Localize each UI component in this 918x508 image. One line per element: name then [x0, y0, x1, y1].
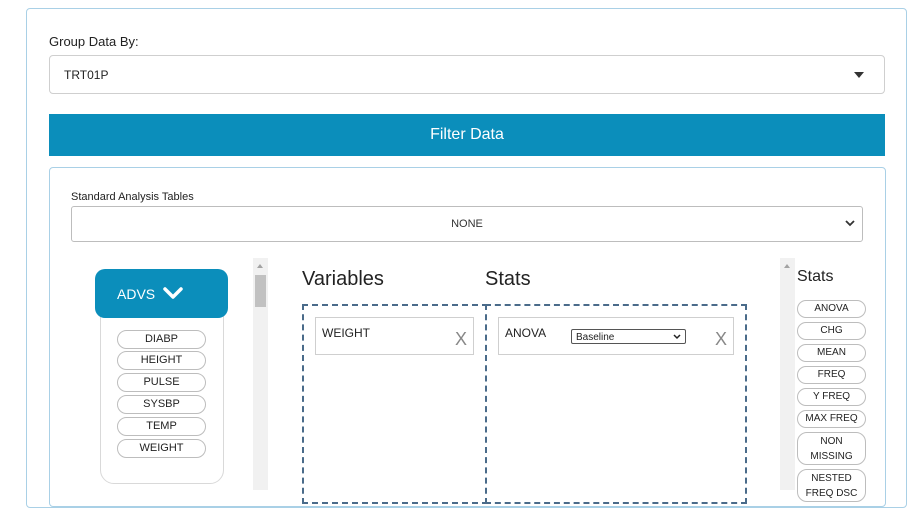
- stats-panel-title: Stats: [485, 268, 531, 290]
- scroll-up-icon[interactable]: [257, 264, 263, 268]
- stat-pill[interactable]: MEAN: [797, 344, 866, 362]
- dataset-variable-pill[interactable]: DIABP: [117, 330, 206, 349]
- dataset-variable-pill[interactable]: WEIGHT: [117, 439, 206, 458]
- stat-pill[interactable]: FREQ: [797, 366, 866, 384]
- stat-pill[interactable]: MAX FREQ: [797, 410, 866, 428]
- group-by-select[interactable]: TRT01P: [49, 55, 885, 94]
- stat-pill[interactable]: Y FREQ: [797, 388, 866, 406]
- remove-stat-button[interactable]: X: [715, 330, 727, 348]
- group-by-label: Group Data By:: [49, 34, 139, 49]
- dataset-variable-pill[interactable]: SYSBP: [117, 395, 206, 414]
- stat-option-select[interactable]: Baseline: [571, 329, 686, 344]
- dataset-name: ADVS: [117, 286, 156, 302]
- dataset-variable-pill[interactable]: HEIGHT: [117, 351, 206, 370]
- chevron-down-icon: [163, 287, 183, 299]
- stat-pill[interactable]: CHG: [797, 322, 866, 340]
- dataset-variable-pill[interactable]: PULSE: [117, 373, 206, 392]
- analysis-tables-value: NONE: [451, 218, 483, 230]
- stats-list-title: Stats: [797, 268, 834, 285]
- stat-pill[interactable]: NESTED FREQ DSC: [797, 469, 866, 502]
- analysis-tables-select[interactable]: NONE: [71, 206, 863, 242]
- dataset-variable-pill[interactable]: TEMP: [117, 417, 206, 436]
- stat-item[interactable]: ANOVA Baseline X: [498, 317, 734, 355]
- variable-item[interactable]: WEIGHT X: [315, 317, 474, 355]
- right-scrollbar[interactable]: [780, 258, 795, 490]
- stat-pill[interactable]: ANOVA: [797, 300, 866, 318]
- scroll-up-icon[interactable]: [784, 264, 790, 268]
- left-scrollbar-thumb[interactable]: [255, 275, 266, 307]
- analysis-tables-label: Standard Analysis Tables: [71, 191, 194, 203]
- filter-data-button[interactable]: Filter Data: [49, 114, 885, 156]
- variables-title: Variables: [302, 268, 384, 290]
- remove-variable-button[interactable]: X: [455, 330, 467, 348]
- chevron-down-icon: [845, 220, 855, 227]
- stat-item-name: ANOVA: [505, 326, 547, 340]
- variable-item-name: WEIGHT: [322, 326, 370, 340]
- caret-down-icon: [854, 72, 864, 78]
- group-by-value: TRT01P: [64, 68, 109, 82]
- stat-option-value: Baseline: [576, 332, 615, 343]
- dataset-header[interactable]: ADVS: [95, 269, 228, 318]
- stat-pill[interactable]: NON MISSING: [797, 432, 866, 465]
- chevron-down-icon: [673, 334, 681, 340]
